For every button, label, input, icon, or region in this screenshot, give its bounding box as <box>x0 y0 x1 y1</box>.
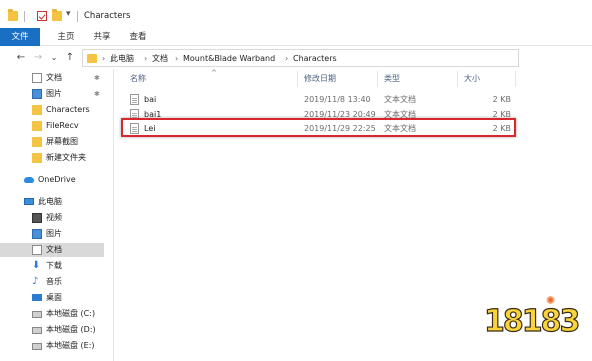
sidebar-item-filerecv[interactable]: FileRecv <box>12 119 104 133</box>
navigation-pane: 文档 ✱ 图片 ✱ Characters FileRecv 屏幕截图 新建文件夹… <box>0 69 106 361</box>
file-date: 2019/11/8 13:40 <box>304 95 371 104</box>
column-headers: ^ 名称 修改日期 类型 大小 <box>115 69 517 89</box>
column-header-name[interactable]: 名称 <box>130 74 146 84</box>
breadcrumb-this-pc[interactable]: 此电脑 <box>110 52 134 65</box>
desktop-icon <box>32 294 42 301</box>
tab-view[interactable]: 查看 <box>122 28 154 46</box>
column-separator[interactable] <box>377 71 378 87</box>
sidebar-item-pc-documents[interactable]: 文档 <box>0 243 104 257</box>
column-separator[interactable] <box>297 71 298 87</box>
download-icon: ⬇ <box>32 260 41 271</box>
breadcrumb-documents[interactable]: 文档 <box>152 52 168 65</box>
pin-icon[interactable]: ✱ <box>94 71 100 85</box>
breadcrumb-characters[interactable]: Characters <box>293 52 337 65</box>
recent-locations-chevron-icon[interactable]: ⌄ <box>48 51 60 65</box>
sidebar-item-desktop[interactable]: 桌面 <box>12 291 104 305</box>
pane-divider[interactable] <box>113 69 114 361</box>
window-title: Characters <box>84 11 131 21</box>
up-arrow-icon[interactable]: ↑ <box>64 51 76 65</box>
navigation-bar: ← → ⌄ ↑ › 此电脑 › 文档 › Mount&Blade Warband… <box>0 47 592 69</box>
sidebar-item-onedrive[interactable]: OneDrive <box>4 173 96 187</box>
cloud-icon <box>24 177 34 183</box>
folder-icon <box>8 9 18 21</box>
column-separator[interactable] <box>457 71 458 87</box>
breadcrumb-mount-blade[interactable]: Mount&Blade Warband <box>183 52 275 65</box>
highlight-box <box>121 118 516 137</box>
drive-icon <box>32 327 42 334</box>
customize-toolbar-dropdown-icon[interactable]: ▾ <box>66 9 71 19</box>
drive-icon <box>32 311 42 318</box>
breadcrumb-chevron-icon[interactable]: › <box>102 52 105 65</box>
sort-ascending-icon: ^ <box>211 69 217 77</box>
breadcrumb-chevron-icon[interactable]: › <box>144 52 147 65</box>
sidebar-item-music[interactable]: ♪ 音乐 <box>12 275 104 289</box>
new-folder-icon[interactable] <box>52 9 62 21</box>
text-file-icon <box>130 94 139 105</box>
computer-icon <box>24 198 34 205</box>
file-row[interactable]: bai 2019/11/8 13:40 文本文档 2 KB <box>115 92 517 107</box>
file-size: 2 KB <box>492 95 511 104</box>
folder-icon <box>87 54 97 63</box>
sidebar-item-drive-e[interactable]: 本地磁盘 (E:) <box>12 339 104 353</box>
ribbon-tabs: 文件 主页 共享 查看 <box>0 28 592 46</box>
column-header-date[interactable]: 修改日期 <box>304 74 336 84</box>
sidebar-item-pc-pictures[interactable]: 图片 <box>12 227 104 241</box>
breadcrumb-chevron-icon[interactable]: › <box>285 52 288 65</box>
video-icon <box>32 213 42 223</box>
folder-icon <box>32 105 42 115</box>
sidebar-item-pictures[interactable]: 图片 ✱ <box>12 87 104 101</box>
properties-check-icon[interactable] <box>37 11 47 21</box>
file-type: 文本文档 <box>384 95 416 104</box>
forward-arrow-icon[interactable]: → <box>32 51 44 65</box>
picture-icon <box>32 89 42 99</box>
sidebar-item-videos[interactable]: 视频 <box>12 211 104 225</box>
column-separator[interactable] <box>515 71 516 87</box>
watermark-logo: ✺ 18183 <box>483 294 581 346</box>
file-name: bai <box>144 95 157 104</box>
pin-icon[interactable]: ✱ <box>94 87 100 101</box>
breadcrumb-chevron-icon[interactable]: › <box>175 52 178 65</box>
sidebar-item-new-folder[interactable]: 新建文件夹 <box>12 151 104 165</box>
document-icon <box>32 245 42 255</box>
sidebar-item-documents[interactable]: 文档 ✱ <box>12 71 104 85</box>
music-icon: ♪ <box>32 276 39 287</box>
column-header-type[interactable]: 类型 <box>384 74 400 84</box>
watermark-text: 18183 <box>483 303 581 339</box>
folder-icon <box>32 137 42 147</box>
toolbar-separator <box>24 11 25 22</box>
toolbar-separator <box>77 11 78 22</box>
sidebar-item-screenshots[interactable]: 屏幕截图 <box>12 135 104 149</box>
drive-icon <box>32 343 42 350</box>
folder-icon <box>32 121 42 131</box>
column-header-size[interactable]: 大小 <box>464 74 480 84</box>
sidebar-item-characters[interactable]: Characters <box>12 103 104 117</box>
tab-home[interactable]: 主页 <box>50 28 82 46</box>
sidebar-item-this-pc[interactable]: 此电脑 <box>4 195 96 209</box>
picture-icon <box>32 229 42 239</box>
tab-share[interactable]: 共享 <box>86 28 118 46</box>
title-bar: ▾ Characters <box>0 0 592 27</box>
sidebar-item-downloads[interactable]: ⬇ 下载 <box>12 259 104 273</box>
sidebar-item-drive-c[interactable]: 本地磁盘 (C:) <box>12 307 104 321</box>
folder-icon <box>32 153 42 163</box>
document-icon <box>32 73 42 83</box>
sidebar-item-drive-d[interactable]: 本地磁盘 (D:) <box>12 323 104 337</box>
back-arrow-icon[interactable]: ← <box>15 51 27 65</box>
tab-file[interactable]: 文件 <box>0 28 40 46</box>
address-bar[interactable]: › 此电脑 › 文档 › Mount&Blade Warband › Chara… <box>82 49 519 67</box>
